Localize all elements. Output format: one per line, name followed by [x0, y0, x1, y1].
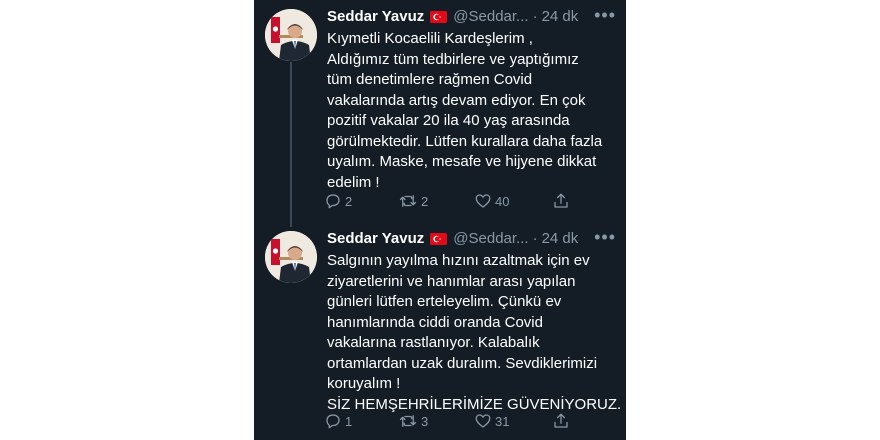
- tweet-text-line: vakalarına rastlanıyor. Kalabalık: [327, 334, 540, 351]
- reply-button[interactable]: 1: [324, 409, 352, 433]
- retweet-button[interactable]: 2: [398, 189, 428, 213]
- author-handle[interactable]: @Seddar...: [453, 230, 528, 247]
- avatar-portrait-icon: [265, 231, 317, 283]
- tweet-thread-panel: Seddar Yavuz @Seddar... · 24 dk ••• Kıymetl…: [254, 0, 626, 440]
- avatar-portrait-icon: [265, 9, 317, 61]
- tweet-text-line: ziyaretlerini ve hanımlar arası yapılan: [327, 272, 576, 290]
- retweet-icon: [399, 415, 417, 427]
- like-count: 40: [495, 193, 510, 209]
- tweet-text-line: tüm denetimlere rağmen Covid: [327, 71, 533, 88]
- retweet-count: 3: [421, 413, 429, 429]
- share-button[interactable]: [552, 189, 573, 213]
- more-options-icon[interactable]: •••: [594, 228, 616, 246]
- author-name[interactable]: Seddar Yavuz: [327, 230, 424, 247]
- reply-button[interactable]: 2: [324, 189, 352, 213]
- tweet-text-line: günleri lütfen erteleyelim. Çünkü ev: [327, 293, 562, 310]
- share-icon: [554, 413, 568, 428]
- avatar[interactable]: [265, 231, 317, 283]
- thread-connector-line: [290, 62, 292, 227]
- tweet-text-line: uyalım. Maske, mesafe ve hijyene dikkat: [327, 153, 597, 170]
- tweet-text-line: ortamlardan uzak duralım. Sevdiklerimizi: [327, 354, 598, 372]
- tweet-header: Seddar Yavuz @Seddar... · 24 dk: [327, 6, 622, 28]
- separator-dot: ·: [532, 230, 538, 247]
- like-button[interactable]: 40: [474, 189, 509, 213]
- retweet-button[interactable]: 3: [398, 409, 428, 433]
- tweet-text-line: koruyalım !: [327, 375, 401, 392]
- tweet-text-line: hanımlarında ciddi oranda Covid: [327, 313, 543, 331]
- turkey-flag-icon: [430, 8, 448, 30]
- share-icon: [554, 193, 568, 208]
- tweet-text-line: Kıymetli Kocaelili Kardeşlerim ,: [327, 30, 533, 47]
- reply-count: 2: [345, 193, 353, 209]
- tweet-text: Kıymetli Kocaelili Kardeşlerim , Aldığım…: [327, 29, 622, 193]
- tweet-header: Seddar Yavuz @Seddar... · 24 dk: [327, 228, 622, 250]
- like-count: 31: [495, 413, 510, 429]
- avatar[interactable]: [265, 9, 317, 61]
- reply-count: 1: [345, 413, 353, 429]
- tweet-timestamp[interactable]: 24 dk: [542, 8, 579, 25]
- retweet-count: 2: [421, 193, 429, 209]
- retweet-icon: [399, 195, 417, 207]
- tweet-text-line: pozitif vakalar 20 ila 40 yaş arasında: [327, 112, 570, 129]
- tweet-text-line: Salgının yayılma hızını azaltmak için ev: [327, 252, 590, 269]
- turkey-flag-icon: [430, 230, 448, 252]
- author-name[interactable]: Seddar Yavuz: [327, 8, 424, 25]
- heart-icon: [475, 194, 491, 208]
- reply-icon: [326, 194, 340, 209]
- like-button[interactable]: 31: [474, 409, 509, 433]
- tweet-actions: 1 3 31: [324, 409, 584, 433]
- reply-icon: [326, 414, 340, 429]
- author-handle[interactable]: @Seddar...: [453, 8, 528, 25]
- separator-dot: ·: [532, 8, 538, 25]
- tweet-text-line: Aldığımız tüm tedbirlere ve yaptığımız: [327, 50, 579, 68]
- tweet-text: Salgının yayılma hızını azaltmak için ev…: [327, 251, 622, 415]
- tweet-timestamp[interactable]: 24 dk: [542, 230, 579, 247]
- tweet-text-line: görülmektedir. Lütfen kurallara daha faz…: [327, 132, 603, 150]
- tweet-actions: 2 2 40: [324, 189, 584, 213]
- share-button[interactable]: [552, 409, 573, 433]
- more-options-icon[interactable]: •••: [594, 6, 616, 24]
- heart-icon: [475, 414, 491, 428]
- tweet-text-line: vakalarında artış devam ediyor. En çok: [327, 91, 586, 109]
